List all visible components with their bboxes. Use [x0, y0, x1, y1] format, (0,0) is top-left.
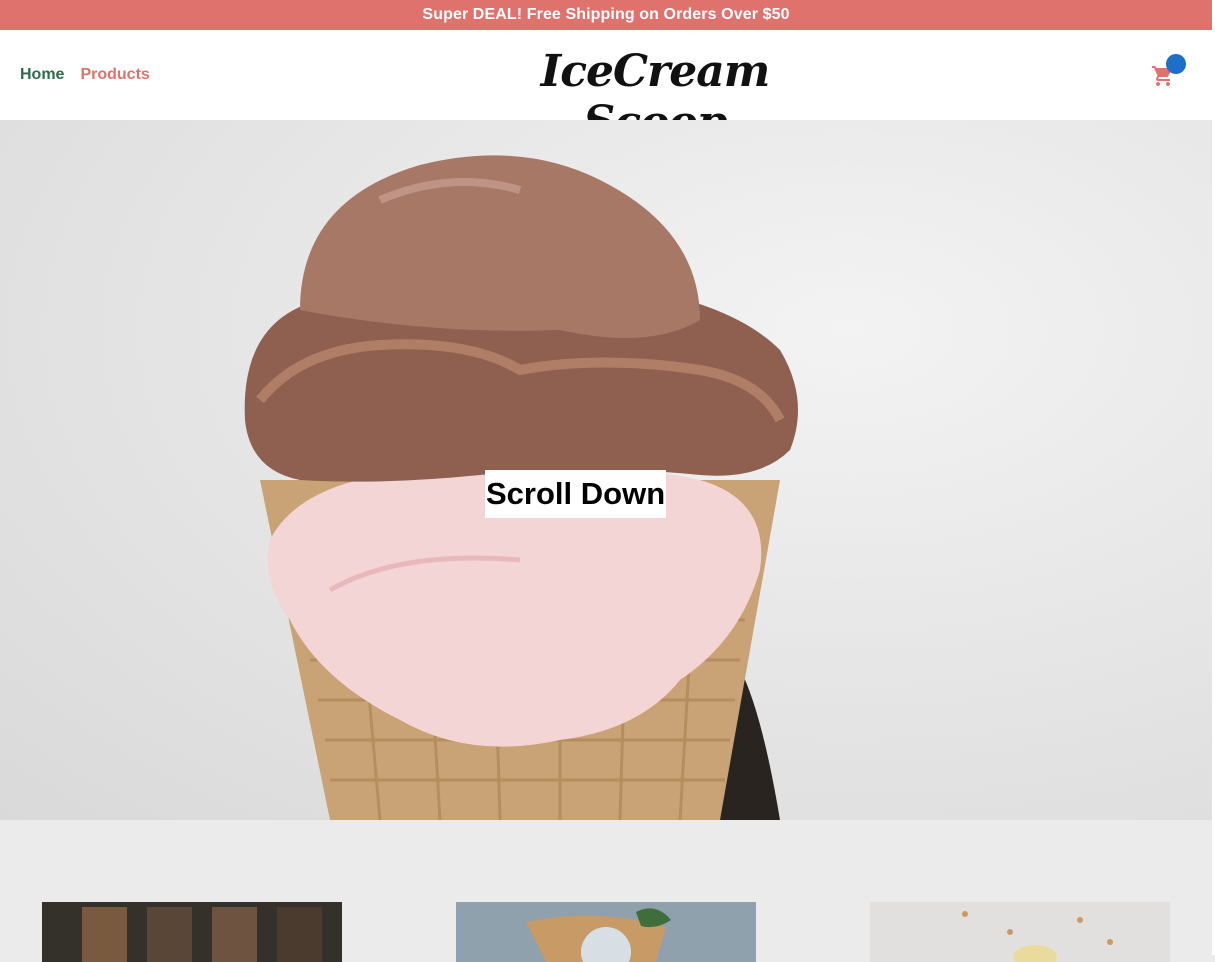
waffle-cone-image	[456, 902, 756, 962]
scroll-down-button[interactable]: Scroll Down	[485, 470, 667, 518]
product-card-image-waffle-cone[interactable]	[456, 902, 756, 962]
product-card-image-storefront[interactable]	[42, 902, 342, 962]
product-grid	[0, 820, 1212, 962]
cart-button[interactable]	[1150, 54, 1190, 94]
nuts-dessert-image	[870, 902, 1170, 962]
promo-text: Super DEAL! Free Shipping on Orders Over…	[422, 6, 790, 23]
main-nav: Home Products	[20, 30, 150, 120]
product-card-image-nuts[interactable]	[870, 902, 1170, 962]
nav-products-link[interactable]: Products	[80, 66, 149, 84]
cart-count-badge	[1166, 54, 1186, 74]
nav-home-link[interactable]: Home	[20, 66, 64, 84]
promo-banner: Super DEAL! Free Shipping on Orders Over…	[0, 0, 1212, 30]
site-header: Home Products IceCream Scoop	[0, 30, 1212, 148]
hero-banner: Scroll Down	[0, 120, 1212, 820]
storefront-image	[42, 902, 342, 962]
